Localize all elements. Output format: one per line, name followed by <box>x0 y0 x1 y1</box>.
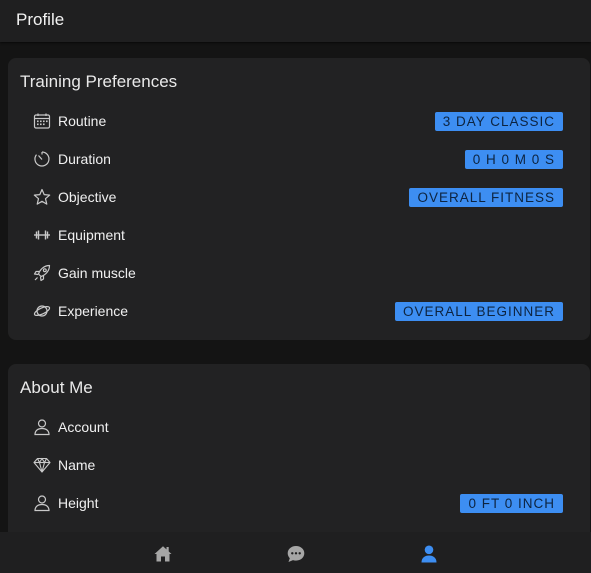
timer-icon <box>33 150 51 168</box>
diamond-icon <box>33 456 51 474</box>
training-preferences-title: Training Preferences <box>20 72 178 91</box>
height-value-badge[interactable]: 0 FT 0 INCH <box>460 494 563 513</box>
home-icon[interactable] <box>153 544 173 564</box>
objective-row[interactable]: Objective OVERALL FITNESS <box>8 178 590 216</box>
user-icon <box>33 494 51 512</box>
next-row-partial[interactable] <box>8 522 590 532</box>
name-row[interactable]: Name <box>8 446 590 484</box>
gain-muscle-label: Gain muscle <box>58 265 136 281</box>
star-icon <box>33 188 51 206</box>
gain-muscle-row[interactable]: Gain muscle <box>8 254 590 292</box>
height-label: Height <box>58 495 99 511</box>
bottom-tab-bar <box>0 532 591 573</box>
user-icon <box>33 418 51 436</box>
name-label: Name <box>58 457 96 473</box>
person-icon[interactable] <box>419 544 439 564</box>
top-bar: Profile <box>0 0 591 42</box>
account-label: Account <box>58 419 109 435</box>
about-me-title: About Me <box>20 378 93 397</box>
calendar-icon <box>33 112 51 130</box>
routine-value-badge[interactable]: 3 DAY CLASSIC <box>434 112 563 131</box>
equipment-row[interactable]: Equipment <box>8 216 590 254</box>
height-row[interactable]: Height 0 FT 0 INCH <box>8 484 590 522</box>
account-row[interactable]: Account <box>8 408 590 446</box>
duration-row[interactable]: Duration 0 H 0 M 0 S <box>8 140 590 178</box>
dumbbell-icon <box>33 226 51 244</box>
training-preferences-card: Training Preferences Routine 3 DAY CLASS… <box>8 58 590 340</box>
experience-label: Experience <box>58 303 129 319</box>
duration-label: Duration <box>58 151 111 167</box>
equipment-label: Equipment <box>58 227 125 243</box>
experience-value-badge[interactable]: OVERALL BEGINNER <box>394 302 563 321</box>
planet-icon <box>33 302 51 320</box>
about-me-card: About Me Account Name Height 0 FT 0 INCH <box>8 364 590 532</box>
chat-icon[interactable] <box>286 544 306 564</box>
content-scroll-area[interactable]: Training Preferences Routine 3 DAY CLASS… <box>0 42 591 532</box>
objective-label: Objective <box>58 189 117 205</box>
page-title: Profile <box>16 10 65 29</box>
rocket-icon <box>33 264 51 282</box>
routine-label: Routine <box>58 113 107 129</box>
experience-row[interactable]: Experience OVERALL BEGINNER <box>8 292 590 330</box>
duration-value-badge[interactable]: 0 H 0 M 0 S <box>464 150 563 169</box>
objective-value-badge[interactable]: OVERALL FITNESS <box>409 188 563 207</box>
routine-row[interactable]: Routine 3 DAY CLASSIC <box>8 102 590 140</box>
